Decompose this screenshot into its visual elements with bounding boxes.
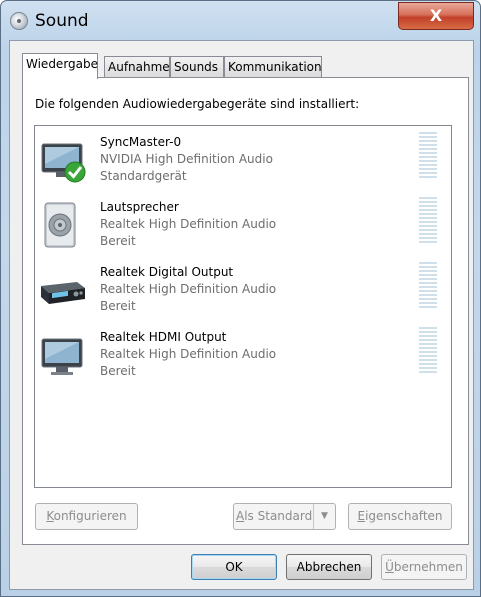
accelerator-key: K <box>46 509 54 523</box>
device-item-syncmaster[interactable]: SyncMaster-0 NVIDIA High Definition Audi… <box>35 132 451 197</box>
accelerator-key: Ü <box>385 560 394 574</box>
cancel-button[interactable]: Abbrechen <box>286 554 372 580</box>
device-name: SyncMaster-0 <box>100 135 182 149</box>
device-name: Realtek HDMI Output <box>100 330 227 344</box>
tab-wiedergabe[interactable]: Wiedergabe <box>22 53 98 79</box>
speaker-app-icon <box>10 12 28 30</box>
volume-meter <box>419 262 437 312</box>
tab-kommunikation[interactable]: Kommunikation <box>224 56 322 78</box>
set-default-button[interactable]: Als Standard ▼ <box>233 503 336 530</box>
speaker-icon <box>44 202 76 248</box>
volume-meter <box>419 132 437 182</box>
device-status: Bereit <box>100 299 136 313</box>
tab-aufnahme[interactable]: Aufnahme <box>104 56 170 78</box>
chevron-down-icon[interactable]: ▼ <box>313 504 335 529</box>
accelerator-key: A <box>236 509 245 523</box>
device-list[interactable]: SyncMaster-0 NVIDIA High Definition Audi… <box>34 125 452 488</box>
ok-button[interactable]: OK <box>191 554 277 580</box>
dialog-client-area: Wiedergabe Aufnahme Sounds Kommunikation… <box>9 40 474 590</box>
window-title: Sound <box>35 11 89 31</box>
intro-text: Die folgenden Audiowiedergabegeräte sind… <box>35 97 360 111</box>
tab-label: Sounds <box>174 60 219 74</box>
device-status: Bereit <box>100 234 136 248</box>
device-driver: Realtek High Definition Audio <box>100 217 277 231</box>
playback-panel: Die folgenden Audiowiedergabegeräte sind… <box>22 77 469 545</box>
tab-label: Kommunikation <box>228 60 322 74</box>
volume-meter <box>419 327 437 377</box>
device-status: Bereit <box>100 364 136 378</box>
tab-sounds[interactable]: Sounds <box>170 56 224 78</box>
device-driver: NVIDIA High Definition Audio <box>100 152 273 166</box>
tab-label: Aufnahme <box>108 60 170 74</box>
configure-button[interactable]: Konfigurieren <box>35 503 138 530</box>
title-bar[interactable]: Sound X <box>1 1 480 41</box>
device-item-digital-output[interactable]: Realtek Digital Output Realtek High Defi… <box>35 262 451 327</box>
device-name: Lautsprecher <box>100 200 179 214</box>
device-item-hdmi-output[interactable]: Realtek HDMI Output Realtek High Definit… <box>35 327 451 392</box>
volume-meter <box>419 197 437 247</box>
sound-dialog-window: Sound X Wiedergabe Aufnahme Sounds Kommu… <box>0 0 481 597</box>
accelerator-key: E <box>357 509 366 523</box>
device-driver: Realtek High Definition Audio <box>100 347 277 361</box>
monitor-default-icon <box>41 143 86 183</box>
device-driver: Realtek High Definition Audio <box>100 282 277 296</box>
digital-output-icon <box>41 282 85 304</box>
device-name: Realtek Digital Output <box>100 265 234 279</box>
properties-button[interactable]: Eigenschaften <box>348 503 452 530</box>
monitor-icon <box>41 338 83 375</box>
device-item-lautsprecher[interactable]: Lautsprecher Realtek High Definition Aud… <box>35 197 451 262</box>
close-icon: X <box>429 6 443 25</box>
apply-button[interactable]: Übernehmen <box>381 554 467 580</box>
close-button[interactable]: X <box>398 2 474 30</box>
tab-label: Wiedergabe <box>26 57 99 71</box>
device-status: Standardgerät <box>100 169 187 183</box>
